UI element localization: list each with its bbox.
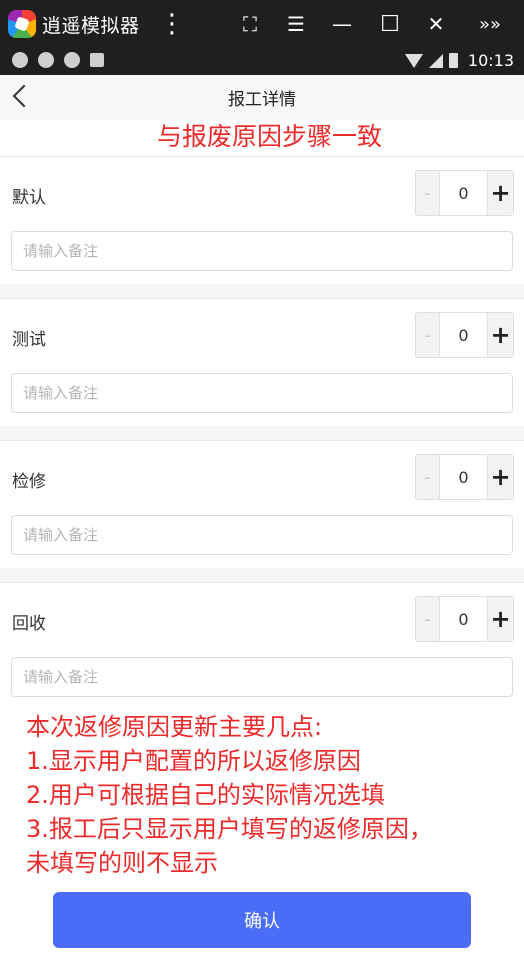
notification-icon [38, 52, 54, 68]
notification-icon [12, 52, 28, 68]
emulator-logo-icon [8, 10, 36, 38]
decrement-button[interactable]: - [416, 313, 440, 357]
reason-section: 回收 - 0 + [0, 582, 524, 710]
note-input[interactable] [11, 231, 513, 271]
reason-label: 测试 [12, 330, 46, 350]
battery-icon [448, 53, 458, 68]
increment-button[interactable]: + [487, 455, 513, 499]
notification-icon [64, 52, 80, 68]
annotation-line: 2.用户可根据自己的实际情况选填 [26, 781, 385, 809]
notification-icon [90, 53, 104, 67]
section-divider [0, 568, 524, 582]
reason-section: 测试 - 0 + [0, 298, 524, 426]
status-bar: 10:13 [0, 48, 524, 75]
emulator-title: 逍遥模拟器 [42, 14, 140, 37]
confirm-button[interactable]: 确认 [53, 892, 471, 948]
report-detail-content: 与报废原因步骤一致 默认 - 0 + 测试 - 0 + 检修 [0, 120, 524, 877]
reason-section: 默认 - 0 + [0, 156, 524, 284]
back-icon[interactable] [12, 84, 36, 108]
app-header: 报工详情 [0, 75, 524, 120]
reason-label: 回收 [12, 614, 46, 634]
emulator-title-bar: 逍遥模拟器 ⋮ ⛶ ☰ — ☐ ✕ »» [0, 0, 524, 48]
note-input[interactable] [11, 515, 513, 555]
quantity-value[interactable]: 0 [440, 597, 487, 641]
maximize-icon[interactable]: ☐ [368, 0, 412, 48]
increment-button[interactable]: + [487, 597, 513, 641]
note-input[interactable] [11, 373, 513, 413]
section-divider [0, 284, 524, 298]
signal-icon [428, 53, 443, 68]
annotation-line: 3.报工后只显示用户填写的返修原因， [26, 815, 433, 843]
close-icon[interactable]: ✕ [414, 0, 458, 48]
decrement-button[interactable]: - [416, 171, 440, 215]
decrement-button[interactable]: - [416, 597, 440, 641]
menu-icon[interactable]: ☰ [274, 0, 318, 48]
annotation-top: 与报废原因步骤一致 [156, 122, 382, 151]
reason-label: 默认 [12, 188, 46, 208]
quantity-stepper: - 0 + [415, 596, 514, 642]
wifi-icon [404, 53, 423, 68]
quantity-value[interactable]: 0 [440, 455, 487, 499]
clock: 10:13 [467, 51, 514, 70]
note-input[interactable] [11, 657, 513, 697]
screenshot-icon[interactable]: ⛶ [228, 0, 272, 48]
section-divider [0, 426, 524, 440]
increment-button[interactable]: + [487, 313, 513, 357]
decrement-button[interactable]: - [416, 455, 440, 499]
reason-label: 检修 [12, 472, 46, 492]
annotation-line: 1.显示用户配置的所以返修原因 [26, 747, 361, 775]
annotation-line: 本次返修原因更新主要几点: [26, 713, 323, 741]
expand-icon[interactable]: »» [468, 0, 512, 48]
quantity-value[interactable]: 0 [440, 171, 487, 215]
reason-section: 检修 - 0 + [0, 440, 524, 568]
minimize-icon[interactable]: — [320, 0, 364, 48]
system-icons: 10:13 [404, 51, 514, 70]
notification-icons [12, 52, 104, 68]
quantity-stepper: - 0 + [415, 454, 514, 500]
more-vert-icon[interactable]: ⋮ [150, 0, 194, 48]
quantity-stepper: - 0 + [415, 312, 514, 358]
annotation-notes: 本次返修原因更新主要几点: 1.显示用户配置的所以返修原因 2.用户可根据自己的… [26, 710, 516, 880]
emulator-frame: 逍遥模拟器 ⋮ ⛶ ☰ — ☐ ✕ »» 10:13 报工详情 与报废原因步骤一… [0, 0, 524, 975]
bottom-bar: 确认 [0, 875, 524, 975]
page-title: 报工详情 [228, 90, 296, 110]
quantity-stepper: - 0 + [415, 170, 514, 216]
increment-button[interactable]: + [487, 171, 513, 215]
quantity-value[interactable]: 0 [440, 313, 487, 357]
